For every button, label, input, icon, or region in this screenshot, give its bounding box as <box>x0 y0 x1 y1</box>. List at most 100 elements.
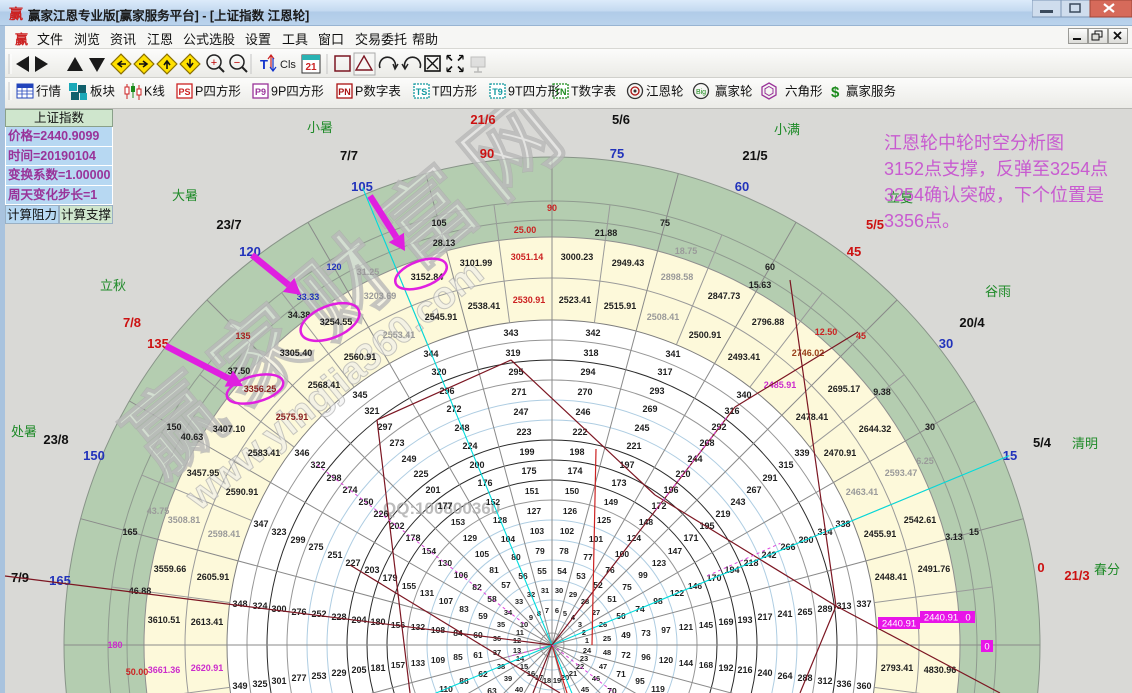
svg-text:85: 85 <box>453 652 463 662</box>
svg-text:53: 53 <box>576 571 586 581</box>
svg-text:107: 107 <box>439 596 453 606</box>
svg-text:3508.81: 3508.81 <box>168 515 201 525</box>
svg-text:20/4: 20/4 <box>959 315 985 330</box>
svg-text:180: 180 <box>107 640 122 650</box>
svg-text:165: 165 <box>49 573 71 588</box>
svg-text:342: 342 <box>585 328 600 338</box>
svg-text:15.63: 15.63 <box>749 280 772 290</box>
svg-text:147: 147 <box>668 546 682 556</box>
svg-text:343: 343 <box>503 328 518 338</box>
svg-text:P9: P9 <box>255 87 266 97</box>
svg-text:54: 54 <box>557 566 567 576</box>
svg-text:201: 201 <box>425 485 440 495</box>
svg-text:40: 40 <box>515 685 523 693</box>
svg-text:135: 135 <box>235 331 250 341</box>
svg-text:252: 252 <box>311 609 326 619</box>
svg-text:131: 131 <box>420 588 434 598</box>
svg-text:行情: 行情 <box>36 85 61 99</box>
svg-text:105: 105 <box>475 549 489 559</box>
svg-text:3305.40: 3305.40 <box>280 348 313 358</box>
svg-text:1: 1 <box>585 636 589 645</box>
svg-text:3610.51: 3610.51 <box>148 615 181 625</box>
svg-text:55: 55 <box>537 566 547 576</box>
svg-text:0: 0 <box>1037 560 1044 575</box>
svg-text:21/6: 21/6 <box>470 112 495 127</box>
svg-text:217: 217 <box>757 612 772 622</box>
svg-text:T9: T9 <box>492 87 503 97</box>
svg-text:3051.14: 3051.14 <box>511 252 544 262</box>
svg-text:144: 144 <box>679 658 693 668</box>
svg-text:318: 318 <box>583 348 598 358</box>
svg-text:24: 24 <box>583 646 592 655</box>
svg-text:2440.91: 2440.91 <box>924 613 958 624</box>
svg-text:2560.91: 2560.91 <box>344 352 377 362</box>
svg-text:300: 300 <box>271 604 286 614</box>
svg-text:245: 245 <box>634 423 649 433</box>
svg-text:154: 154 <box>422 546 436 556</box>
svg-text:PN: PN <box>338 87 351 97</box>
svg-text:174: 174 <box>567 466 582 476</box>
svg-text:9P四方形: 9P四方形 <box>271 84 324 99</box>
svg-text:216: 216 <box>737 665 752 675</box>
svg-text:2508.41: 2508.41 <box>647 312 680 322</box>
svg-text:341: 341 <box>665 349 680 359</box>
svg-text:349: 349 <box>232 681 247 691</box>
svg-text:30: 30 <box>925 422 935 432</box>
svg-text:229: 229 <box>331 668 346 678</box>
svg-text:58: 58 <box>487 594 497 604</box>
svg-text:275: 275 <box>308 542 323 552</box>
svg-text:4830.96: 4830.96 <box>924 665 957 675</box>
svg-text:2485.91: 2485.91 <box>764 380 797 390</box>
svg-text:31.25: 31.25 <box>357 267 380 277</box>
svg-text:赢家服务: 赢家服务 <box>846 84 896 99</box>
svg-text:3: 3 <box>578 620 582 629</box>
svg-text:101: 101 <box>589 534 603 544</box>
svg-text:75: 75 <box>610 146 624 161</box>
svg-text:清明: 清明 <box>1072 436 1098 451</box>
svg-text:165: 165 <box>122 527 137 537</box>
svg-text:15: 15 <box>1003 448 1017 463</box>
svg-text:−: − <box>234 57 240 69</box>
svg-text:317: 317 <box>657 367 672 377</box>
svg-text:293: 293 <box>649 386 664 396</box>
svg-text:273: 273 <box>389 438 404 448</box>
svg-text:277: 277 <box>291 673 306 683</box>
svg-text:2538.41: 2538.41 <box>468 301 501 311</box>
svg-text:赢家轮: 赢家轮 <box>715 84 753 99</box>
svg-text:$: $ <box>831 84 840 101</box>
svg-text:199: 199 <box>519 447 534 457</box>
svg-text:72: 72 <box>621 650 631 660</box>
svg-text:96: 96 <box>641 652 651 662</box>
svg-text:2847.73: 2847.73 <box>708 291 741 301</box>
svg-text:103: 103 <box>530 526 544 536</box>
svg-text:2542.61: 2542.61 <box>904 515 937 525</box>
svg-text:203: 203 <box>364 565 379 575</box>
svg-text:30: 30 <box>555 586 563 595</box>
svg-text:P数字表: P数字表 <box>355 84 401 99</box>
svg-text:243: 243 <box>730 497 745 507</box>
svg-text:Big: Big <box>696 89 706 96</box>
svg-text:348: 348 <box>232 599 247 609</box>
svg-text:3661.36: 3661.36 <box>148 665 181 675</box>
svg-text:345: 345 <box>352 390 367 400</box>
svg-text:2493.41: 2493.41 <box>728 352 761 362</box>
svg-text:25: 25 <box>603 634 611 643</box>
svg-text:270: 270 <box>577 387 592 397</box>
svg-text:59: 59 <box>478 611 488 621</box>
svg-text:73: 73 <box>641 628 651 638</box>
svg-text:30: 30 <box>939 336 953 351</box>
svg-text:板块: 板块 <box>90 85 116 99</box>
svg-text:149: 149 <box>604 497 618 507</box>
svg-text:2463.41: 2463.41 <box>846 487 879 497</box>
svg-text:处暑: 处暑 <box>11 424 37 439</box>
svg-text:90: 90 <box>480 146 494 161</box>
svg-text:198: 198 <box>569 447 584 457</box>
svg-text:337: 337 <box>856 599 871 609</box>
svg-text:123: 123 <box>652 558 666 568</box>
svg-text:71: 71 <box>616 669 626 679</box>
svg-text:289: 289 <box>817 604 832 614</box>
svg-text:2898.58: 2898.58 <box>661 272 694 282</box>
svg-text:小暑: 小暑 <box>307 120 333 135</box>
svg-text:18.75: 18.75 <box>675 246 698 256</box>
svg-text:大暑: 大暑 <box>172 188 198 203</box>
